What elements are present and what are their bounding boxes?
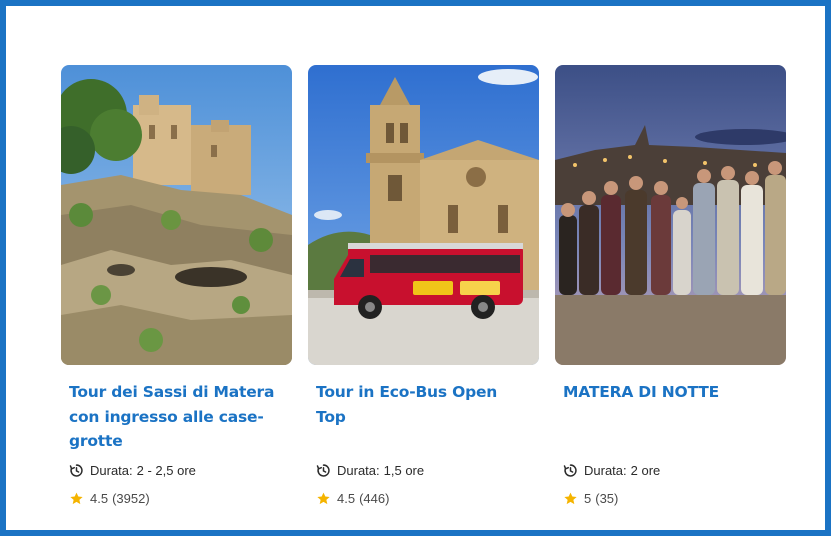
- tour-title[interactable]: MATERA DI NOTTE: [555, 380, 786, 455]
- rating-value: 4.5: [337, 490, 356, 506]
- tour-image-sassi[interactable]: [61, 65, 292, 365]
- duration-label: Durata:: [90, 462, 133, 478]
- duration-value: 2 ore: [630, 462, 661, 478]
- tour-listing-frame: Tour dei Sassi di Matera con ingresso al…: [0, 0, 831, 536]
- duration-info: Durata: 2 ore: [555, 460, 786, 480]
- review-count: (446): [359, 490, 390, 506]
- review-count: (35): [595, 490, 619, 506]
- duration-label: Durata:: [584, 462, 627, 478]
- duration-label: Durata:: [337, 462, 380, 478]
- duration-info: Durata: 1,5 ore: [308, 460, 539, 480]
- star-icon: [563, 491, 578, 506]
- duration-value: 2 - 2,5 ore: [136, 462, 196, 478]
- tour-card[interactable]: Tour in Eco-Bus Open Top Durata: 1,5 ore…: [308, 65, 539, 508]
- rating-info: 4.5 (3952): [61, 488, 292, 508]
- clock-refresh-icon: [316, 463, 331, 478]
- duration-info: Durata: 2 - 2,5 ore: [61, 460, 292, 480]
- clock-refresh-icon: [69, 463, 84, 478]
- star-icon: [316, 491, 331, 506]
- star-icon: [69, 491, 84, 506]
- tour-title[interactable]: Tour dei Sassi di Matera con ingresso al…: [61, 380, 292, 455]
- rating-value: 5: [584, 490, 592, 506]
- rating-info: 4.5 (446): [308, 488, 539, 508]
- rating-value: 4.5: [90, 490, 109, 506]
- duration-value: 1,5 ore: [383, 462, 425, 478]
- review-count: (3952): [112, 490, 150, 506]
- tour-card[interactable]: Tour dei Sassi di Matera con ingresso al…: [61, 65, 292, 508]
- rating-info: 5 (35): [555, 488, 786, 508]
- tour-image-ecobus[interactable]: [308, 65, 539, 365]
- tour-title[interactable]: Tour in Eco-Bus Open Top: [308, 380, 539, 455]
- tour-image-night[interactable]: [555, 65, 786, 365]
- clock-refresh-icon: [563, 463, 578, 478]
- tour-card[interactable]: MATERA DI NOTTE Durata: 2 ore 5 (35): [555, 65, 786, 508]
